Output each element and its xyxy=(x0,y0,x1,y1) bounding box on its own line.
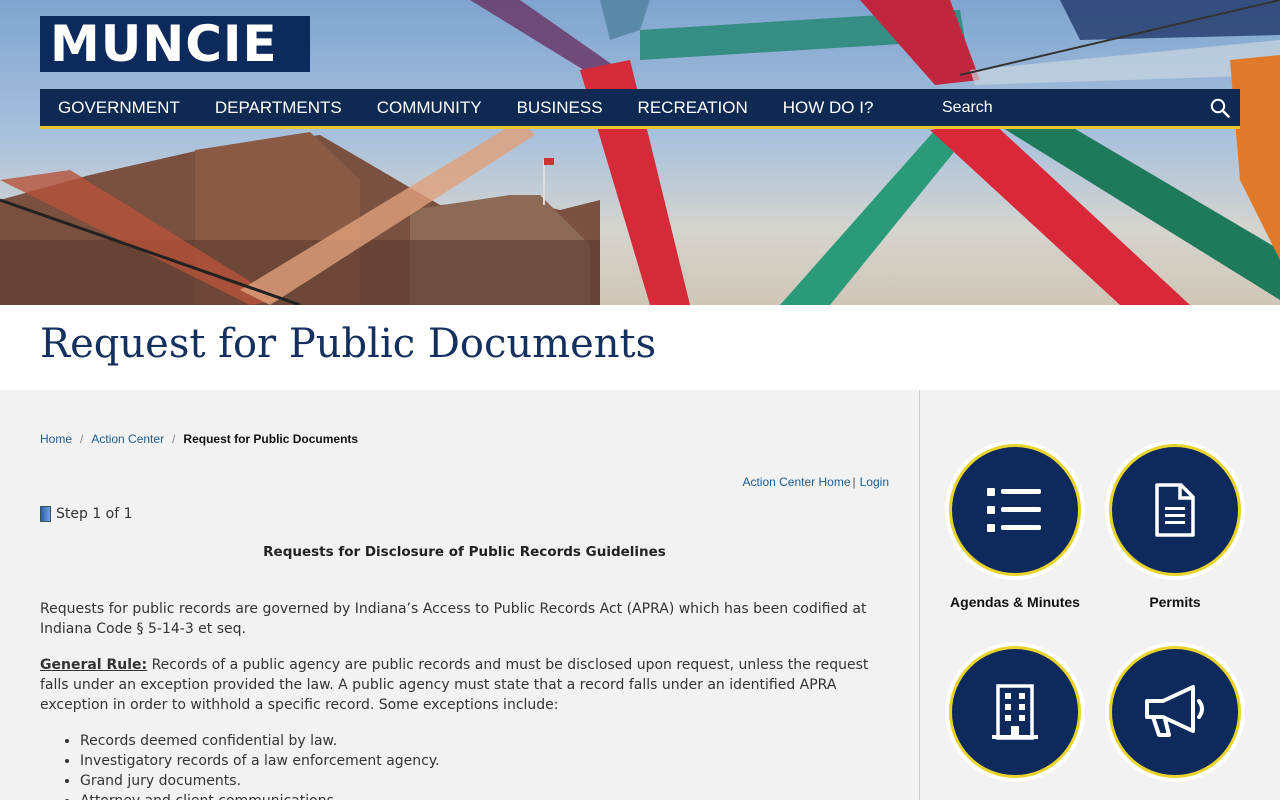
nav-government[interactable]: GOVERNMENT xyxy=(40,89,197,127)
breadcrumb: Home / Action Center / Request for Public Do… xyxy=(40,432,358,446)
nav-recreation[interactable]: RECREATION xyxy=(620,89,765,127)
list-item: Attorney and client communications. xyxy=(80,791,440,800)
step-indicator: Step 1 of 1 xyxy=(40,506,133,522)
hero-banner: MUNCIE GOVERNMENT DEPARTMENTS COMMUNITY … xyxy=(0,0,1280,305)
apra-intro-paragraph: Requests for public records are governed… xyxy=(40,601,867,637)
general-rule-text: Records of a public agency are public re… xyxy=(40,657,869,713)
step-progress-icon xyxy=(40,506,51,522)
nav-community[interactable]: COMMUNITY xyxy=(359,89,499,127)
quick-links-sidebar: Agendas & Minutes Permits xyxy=(919,390,1280,800)
list-item: Grand jury documents. xyxy=(80,771,440,791)
list-item: Investigatory records of a law enforceme… xyxy=(80,751,440,771)
list-icon xyxy=(987,488,1041,532)
nav-how-do-i[interactable]: HOW DO I? xyxy=(765,89,891,127)
nav-departments[interactable]: DEPARTMENTS xyxy=(197,89,359,127)
action-center-home-link[interactable]: Action Center Home xyxy=(742,475,850,489)
tile-label[interactable]: Agendas & Minutes xyxy=(935,594,1095,610)
tile-label[interactable]: Permits xyxy=(1095,594,1255,610)
building-icon xyxy=(992,684,1038,740)
general-rule-paragraph: General Rule: Records of a public agency… xyxy=(40,655,895,715)
action-center-links: Action Center Home | Login xyxy=(742,475,889,489)
guidelines-heading: Requests for Disclosure of Public Record… xyxy=(263,544,666,560)
title-bar: Request for Public Documents xyxy=(0,305,1280,390)
breadcrumb-separator: / xyxy=(172,432,176,446)
link-divider: | xyxy=(852,475,856,489)
main-nav: GOVERNMENT DEPARTMENTS COMMUNITY BUSINES… xyxy=(40,89,1240,129)
search-icon[interactable] xyxy=(1210,98,1230,118)
tile-agendas-minutes[interactable] xyxy=(945,440,1085,580)
login-link[interactable]: Login xyxy=(860,475,889,489)
main-content: Home / Action Center / Request for Public Do… xyxy=(0,390,919,800)
tile-permits[interactable] xyxy=(1105,440,1245,580)
breadcrumb-home[interactable]: Home xyxy=(40,432,72,446)
search-box xyxy=(942,89,1240,126)
general-rule-label: General Rule: xyxy=(40,657,148,673)
nav-business[interactable]: BUSINESS xyxy=(499,89,620,127)
tile-transparency[interactable] xyxy=(1105,642,1245,782)
breadcrumb-separator: / xyxy=(80,432,84,446)
step-text: Step 1 of 1 xyxy=(56,506,133,522)
megaphone-icon xyxy=(1145,685,1204,737)
search-input[interactable] xyxy=(942,89,1192,126)
document-icon xyxy=(1155,483,1195,537)
list-item: Records deemed confidential by law. xyxy=(80,731,440,751)
breadcrumb-action-center[interactable]: Action Center xyxy=(91,432,164,446)
logo-text: MUNCIE xyxy=(50,15,278,73)
page-title: Request for Public Documents xyxy=(40,321,657,367)
site-logo[interactable]: MUNCIE xyxy=(40,16,310,72)
tile-municipal-code[interactable] xyxy=(945,642,1085,782)
exceptions-list: Records deemed confidential by law. Inve… xyxy=(80,731,440,800)
breadcrumb-current: Request for Public Documents xyxy=(183,432,359,446)
